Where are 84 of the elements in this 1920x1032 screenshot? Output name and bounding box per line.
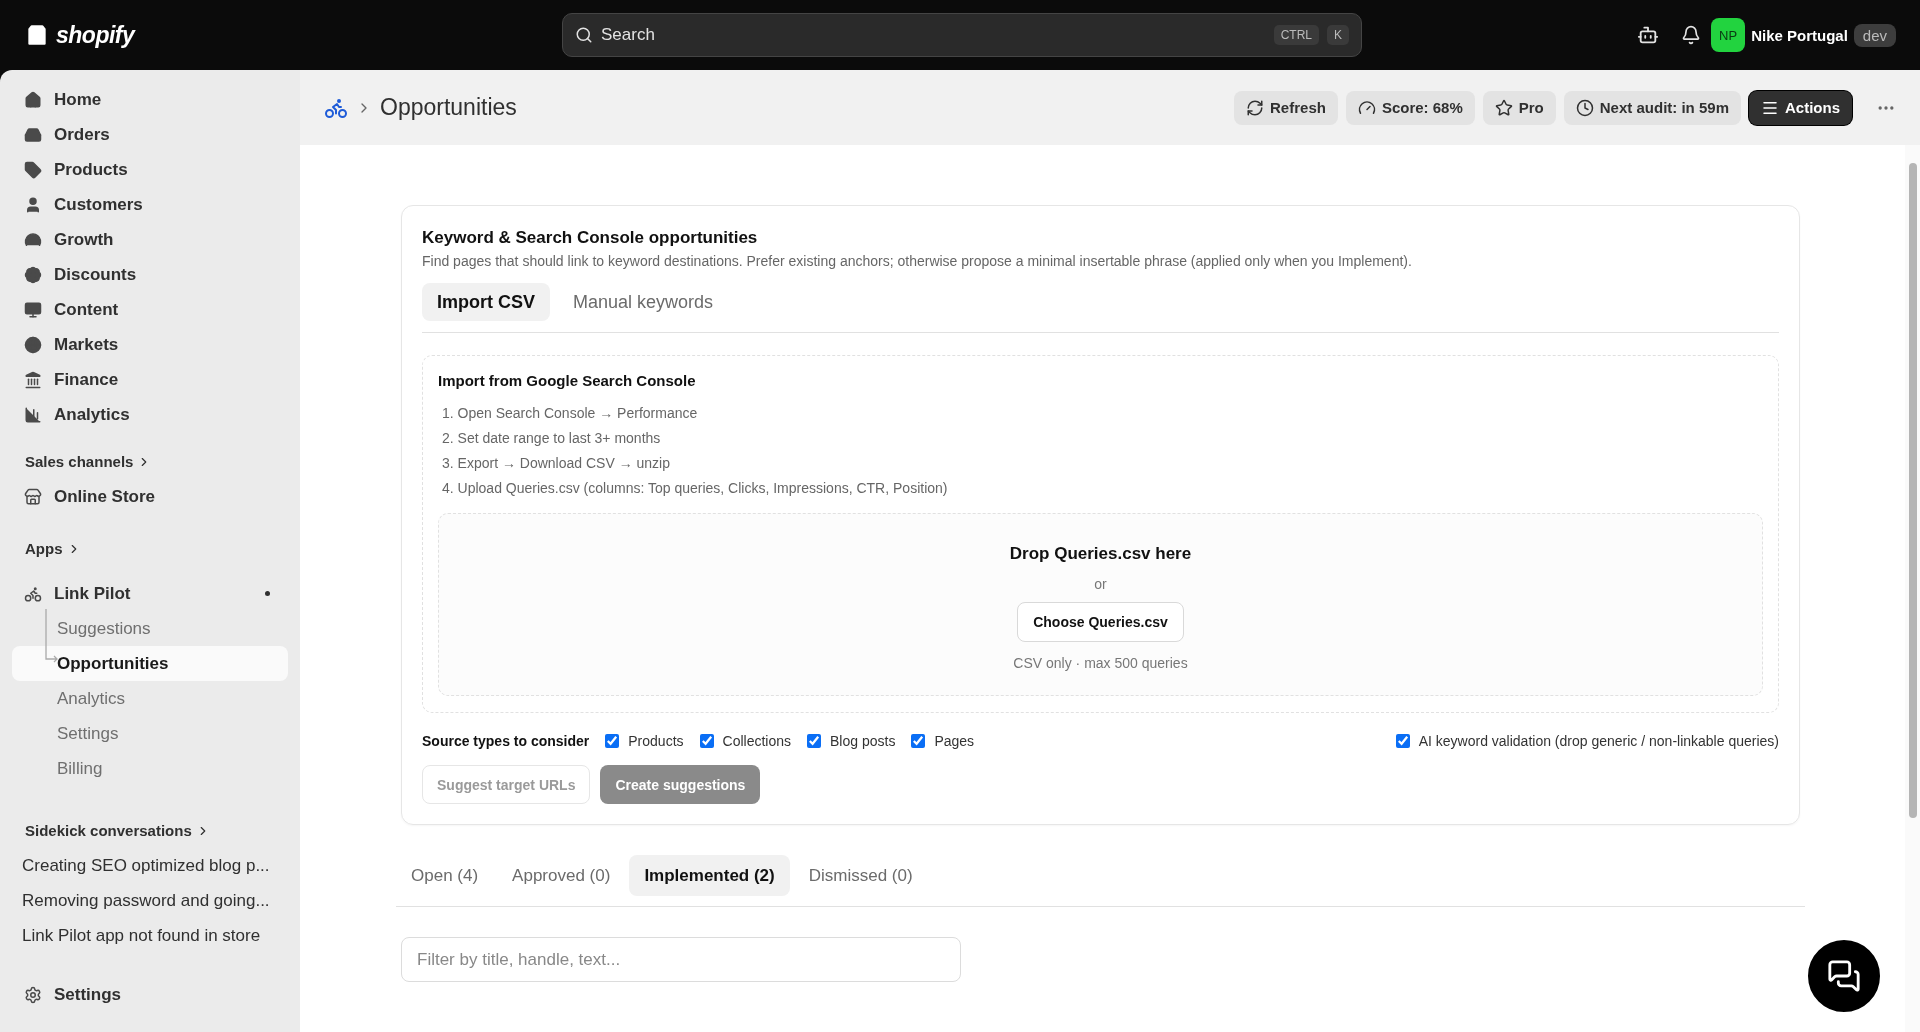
header-button[interactable]: Refresh — [1234, 90, 1338, 125]
subnav-item[interactable]: Analytics — [12, 681, 288, 716]
chat-icon — [1827, 959, 1861, 993]
store-icon — [24, 487, 42, 506]
section-heading[interactable]: Sidekick conversations — [12, 813, 288, 848]
checkbox-option[interactable]: AI keyword validation (drop generic / non-linkable queries) — [1395, 733, 1779, 749]
search-placeholder: Search — [601, 25, 656, 45]
store-badge: dev — [1853, 23, 1896, 47]
tab[interactable]: Manual keywords — [558, 283, 729, 321]
step-text: 1. Open Search Console → Performance — [441, 404, 699, 423]
subnav-item[interactable]: Suggestions — [12, 611, 288, 646]
conversation-item[interactable]: Link Pilot app not found in store — [12, 918, 288, 953]
star-icon — [1494, 98, 1513, 117]
robot-icon[interactable] — [1637, 24, 1660, 46]
status-tab[interactable]: Open (4) — [396, 855, 494, 896]
nav-item[interactable]: Growth — [12, 222, 288, 257]
refresh-icon — [1246, 98, 1265, 117]
logo-text[interactable]: shopify — [56, 21, 135, 49]
tab[interactable]: Import CSV — [422, 283, 550, 321]
person-icon — [24, 195, 42, 214]
source-types-label: Source types to consider — [422, 733, 590, 749]
drop-title: Drop Queries.csv here — [1009, 544, 1192, 564]
checkbox[interactable] — [807, 734, 821, 748]
app-nav-item[interactable]: Link Pilot — [12, 576, 288, 611]
nav-item[interactable]: Products — [12, 152, 288, 187]
nav-item[interactable]: Orders — [12, 117, 288, 152]
checkbox[interactable] — [1395, 734, 1410, 748]
header-button[interactable]: Pro — [1482, 90, 1556, 125]
search-icon — [575, 26, 593, 44]
step-text: 3. Export → Download CSV → unzip — [441, 454, 671, 473]
checkbox[interactable] — [911, 734, 926, 748]
bike-icon — [24, 584, 42, 603]
notification-icon[interactable] — [1681, 25, 1702, 45]
status-tab[interactable]: Approved (0) — [497, 855, 626, 896]
nav-item[interactable]: Analytics — [12, 397, 288, 432]
section-heading[interactable]: Apps — [12, 531, 288, 566]
filter-field[interactable]: Filter by title, handle, text... — [401, 937, 961, 982]
scrollbar[interactable] — [1905, 145, 1920, 1032]
header-button[interactable]: Score: 68% — [1345, 90, 1475, 125]
clock-icon — [1575, 98, 1594, 117]
card-title: Keyword & Search Console opportunities — [422, 228, 759, 248]
card-description: Find pages that should link to keyword destinations. Prefer existing anchors; otherwise propose a minimal insertable phrase (applied only when you Implement). — [422, 253, 1413, 269]
drop-zone[interactable]: Drop Queries.csv here or Choose Queries.csv CSV only · max 500 queries — [438, 513, 1763, 696]
conversation-item[interactable]: Removing password and going... — [12, 883, 288, 918]
nav-item[interactable]: Markets — [12, 327, 288, 362]
checkbox[interactable] — [605, 734, 620, 748]
header-button[interactable]: Next audit: in 59m — [1563, 90, 1741, 125]
checkbox-option[interactable]: Collections — [699, 733, 791, 749]
file-note: CSV only · max 500 queries — [1013, 655, 1188, 671]
step-text: 2. Set date range to last 3+ months — [441, 429, 662, 448]
status-tab[interactable]: Implemented (2) — [629, 855, 790, 896]
checkbox[interactable] — [699, 734, 714, 748]
status-tab[interactable]: Dismissed (0) — [793, 855, 928, 896]
subnav-item[interactable]: Billing — [12, 751, 288, 786]
subnav-item[interactable]: Settings — [12, 716, 288, 751]
nav-item[interactable]: Home — [12, 82, 288, 117]
checkbox-option[interactable]: Pages — [911, 733, 975, 749]
home-icon — [24, 90, 42, 109]
search-field[interactable]: Search CTRL K — [562, 13, 1362, 57]
store-avatar[interactable]: NP — [1711, 18, 1746, 52]
checkbox-option[interactable]: Blog posts — [807, 733, 896, 749]
nav-item[interactable]: Content — [12, 292, 288, 327]
page-title: Opportunities — [380, 94, 517, 121]
nav-item[interactable]: Finance — [12, 362, 288, 397]
section-heading[interactable]: Sales channels — [12, 444, 288, 479]
checkbox-option[interactable]: Products — [605, 733, 684, 749]
step-text: 4. Upload Queries.csv (columns: Top queries, Clicks, Impressions, CTR, Position) — [441, 479, 949, 498]
header-button[interactable]: Actions — [1749, 90, 1852, 125]
nav-item[interactable]: Settings — [12, 977, 288, 1012]
settings-icon — [24, 985, 42, 1004]
tag-icon — [24, 160, 42, 179]
or-text: or — [1094, 576, 1107, 592]
import-title: Import from Google Search Console — [438, 372, 697, 389]
choose-file-button[interactable]: Choose Queries.csv — [1017, 602, 1184, 642]
shortcut-key: CTRL — [1273, 25, 1319, 45]
nav-item[interactable]: Online Store — [12, 479, 288, 514]
shortcut-key: K — [1327, 25, 1349, 45]
bank-icon — [24, 370, 42, 389]
subnav-item[interactable]: Opportunities — [12, 646, 288, 681]
nav-item[interactable]: Discounts — [12, 257, 288, 292]
conversation-item[interactable]: Creating SEO optimized blog p... — [12, 848, 288, 883]
nav-item[interactable]: Customers — [12, 187, 288, 222]
status-dot — [265, 591, 270, 596]
store-name[interactable]: Nike Portugal — [1751, 26, 1848, 44]
